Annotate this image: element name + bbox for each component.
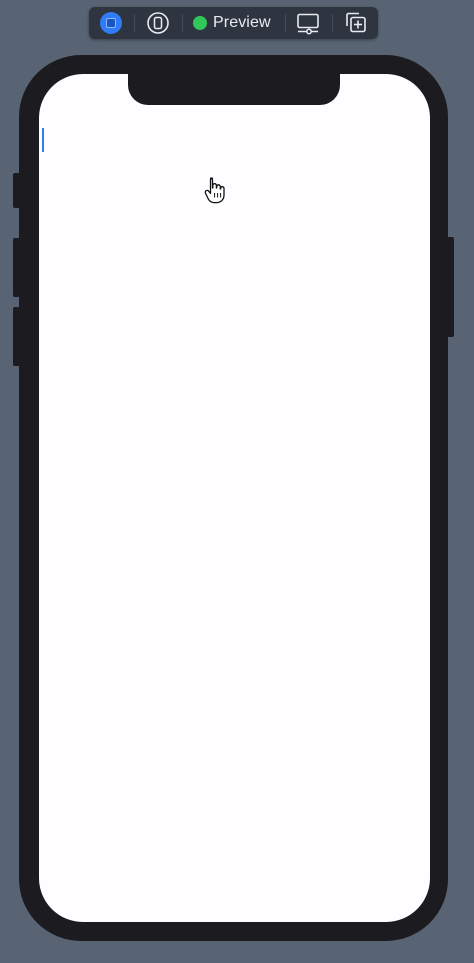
hand-pointer-icon: [204, 177, 225, 204]
iphone-device-icon: [147, 12, 169, 34]
live-preview-button[interactable]: [98, 7, 124, 39]
toolbar-divider: [332, 14, 333, 32]
live-preview-icon: [100, 12, 122, 34]
toolbar-divider: [182, 14, 183, 32]
preview-status-button[interactable]: Preview: [193, 7, 279, 39]
device-screen[interactable]: [39, 74, 430, 922]
text-cursor: [42, 128, 44, 152]
duplicate-preview-button[interactable]: [342, 7, 370, 39]
device-settings-button[interactable]: [294, 7, 322, 39]
preview-label: Preview: [213, 14, 271, 31]
notch: [128, 55, 340, 105]
device-button[interactable]: [145, 7, 171, 39]
device-settings-icon: [297, 13, 319, 35]
toolbar-divider: [134, 14, 135, 32]
power-button: [447, 237, 454, 337]
duplicate-preview-icon: [346, 12, 366, 33]
preview-toolbar: Preview: [89, 7, 378, 39]
preview-status-dot: [193, 16, 207, 30]
toolbar-divider: [285, 14, 286, 32]
